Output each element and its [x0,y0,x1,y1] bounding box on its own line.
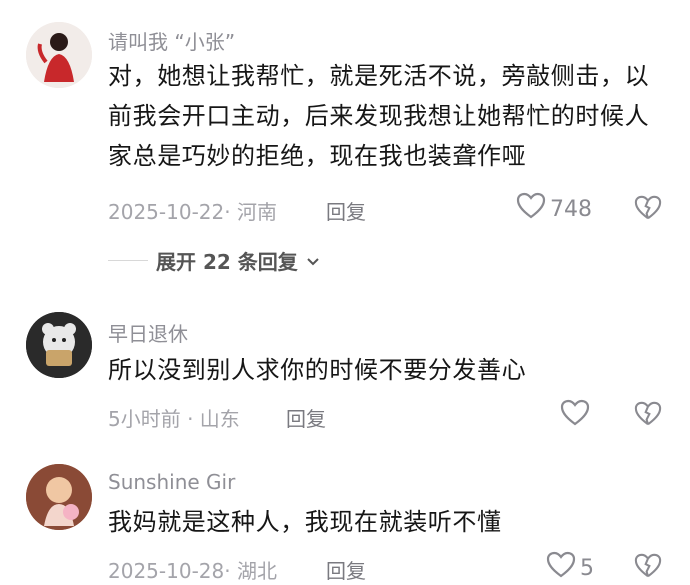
like-count: 5 [580,555,594,581]
comment-meta: 5小时前 · 山东 [108,407,240,431]
username[interactable]: 请叫我 “小张” [108,26,235,55]
reply-button[interactable]: 回复 [286,403,326,432]
like-button[interactable]: 5 [546,551,594,585]
broken-heart-icon[interactable] [634,400,662,432]
avatar[interactable] [26,312,92,378]
username[interactable]: 早日退休 [108,318,188,347]
divider [108,260,148,261]
heart-icon [560,399,590,433]
comment-meta: 2025-10-28· 湖北 [108,559,277,583]
like-button[interactable] [560,399,594,433]
username[interactable]: Sunshine Gir [108,470,235,494]
heart-icon [546,551,576,585]
avatar[interactable] [26,464,92,530]
comment-text: 我妈就是这种人，我现在就装听不懂 [108,508,502,536]
chevron-down-icon [306,249,320,273]
like-button[interactable]: 748 [516,192,592,226]
broken-heart-icon[interactable] [634,552,662,584]
broken-heart-icon[interactable] [634,194,662,226]
expand-replies-button[interactable]: 展开 22 条回复 [108,246,320,275]
avatar[interactable] [26,22,92,88]
heart-icon [516,192,546,226]
comment-text: 所以没到别人求你的时候不要分发善心 [108,356,527,384]
comment-text: 对，她想让我帮忙，就是死活不说，旁敲侧击，以前我会开口主动，后来发现我想让她帮忙… [108,62,650,170]
reply-button[interactable]: 回复 [326,196,366,225]
like-count: 748 [550,196,592,222]
reply-button[interactable]: 回复 [326,555,366,584]
expand-replies-label: 展开 22 条回复 [156,250,298,274]
comment-meta: 2025-10-22· 河南 [108,200,277,224]
